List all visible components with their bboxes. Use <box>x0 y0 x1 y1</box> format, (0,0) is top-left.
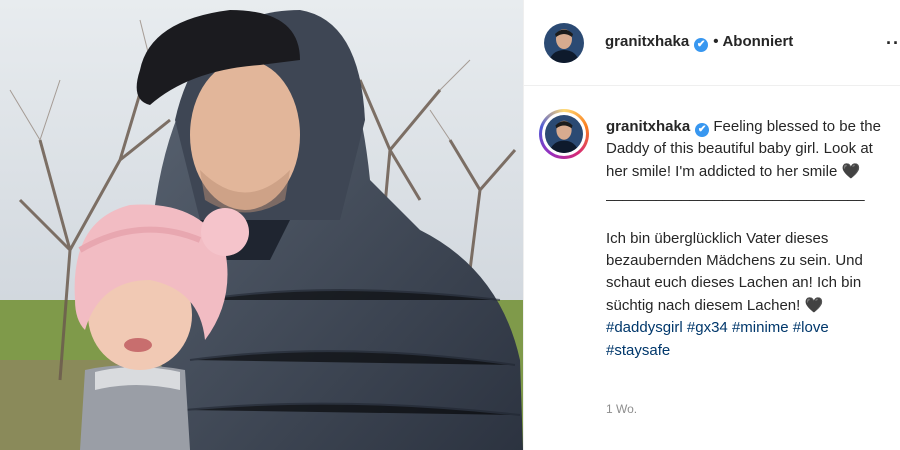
hashtag-list: #daddysgirl #gx34 #minime #love #staysaf… <box>606 317 896 362</box>
post-caption: granitxhaka ✔ Feeling blessed to be the D… <box>606 116 896 362</box>
heart-icon: 🖤 <box>804 296 824 314</box>
avatar-ring-gap <box>542 112 586 156</box>
caption-divider: _______________________________ <box>606 185 865 203</box>
separator-dot: • <box>713 33 719 50</box>
avatar-image <box>545 115 583 153</box>
post-timestamp[interactable]: 1 Wo. <box>606 402 637 416</box>
verified-badge-icon: ✔ <box>695 123 710 137</box>
caption-english: granitxhaka ✔ Feeling blessed to be the D… <box>606 116 896 183</box>
caption-german: Ich bin überglücklich Vater dieses bezau… <box>606 228 896 318</box>
follow-status-button[interactable]: Abonniert <box>722 33 793 50</box>
instagram-post-view: granitxhaka ✔ •Abonniert ··· granitxhaka ✔ <box>0 0 900 450</box>
hashtag-link[interactable]: #staysafe <box>606 342 670 359</box>
header-username[interactable]: granitxhaka <box>605 33 689 50</box>
more-options-icon[interactable]: ··· <box>886 33 900 54</box>
hashtag-link[interactable]: #daddysgirl <box>606 319 683 336</box>
hashtag-link[interactable]: #minime <box>732 319 789 336</box>
header-user-row: granitxhaka ✔ • Abonniert <box>605 33 793 52</box>
header-avatar[interactable] <box>544 23 584 63</box>
heart-icon: 🖤 <box>841 162 861 180</box>
avatar-image <box>544 23 584 63</box>
hashtag-link[interactable]: #love <box>793 319 829 336</box>
caption-avatar <box>545 115 583 153</box>
hashtag-link[interactable]: #gx34 <box>687 319 728 336</box>
caption-text-de: Ich bin überglücklich Vater dieses bezau… <box>606 229 863 314</box>
post-header: granitxhaka ✔ •Abonniert ··· <box>524 0 900 86</box>
caption-username[interactable]: granitxhaka <box>606 118 690 135</box>
verified-badge-icon: ✔ <box>694 38 709 52</box>
caption-avatar-story-ring[interactable] <box>539 109 589 159</box>
post-side-panel: granitxhaka ✔ •Abonniert ··· granitxhaka ✔ <box>523 0 900 450</box>
photo-illustration <box>0 0 523 450</box>
post-photo[interactable] <box>0 0 523 450</box>
